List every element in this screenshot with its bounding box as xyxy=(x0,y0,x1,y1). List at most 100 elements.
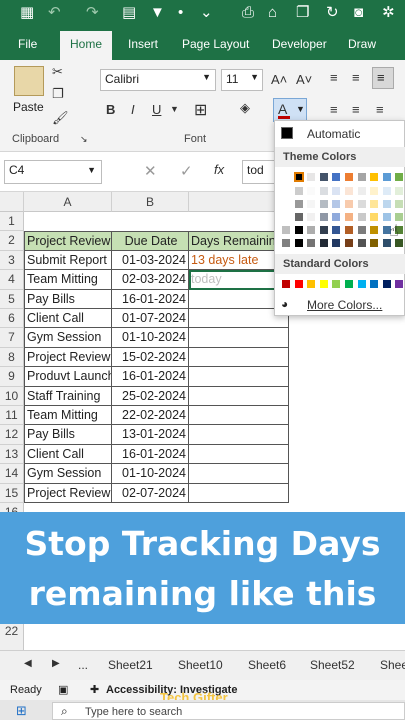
chevron-down-icon[interactable]: ⌄ xyxy=(200,4,213,22)
theme-color-swatch[interactable] xyxy=(394,186,405,196)
bold-icon[interactable]: B xyxy=(106,102,115,117)
theme-color-swatch[interactable] xyxy=(306,199,317,209)
font-name-select[interactable]: Calibri ▼ xyxy=(100,69,216,91)
decrease-font-icon[interactable]: A˅ xyxy=(296,72,312,87)
filter-icon[interactable]: ▼ xyxy=(150,4,165,22)
home-icon[interactable]: ⌂ xyxy=(268,4,277,22)
theme-color-swatch[interactable] xyxy=(369,172,380,182)
row-header-2[interactable]: 2 xyxy=(0,231,24,251)
theme-color-swatch[interactable] xyxy=(369,212,380,222)
task-name-cell[interactable]: Staff Training xyxy=(24,386,112,406)
prev-sheet-icon[interactable]: ◀ xyxy=(24,658,32,669)
theme-color-swatch[interactable] xyxy=(344,172,354,182)
taskbar-search-box[interactable]: ⌕ Type here to search xyxy=(52,702,405,720)
due-date-cell[interactable]: 01-10-2024 xyxy=(112,328,189,348)
days-remaining-cell[interactable] xyxy=(189,367,289,387)
format-painter-icon[interactable]: 🖌 xyxy=(52,110,69,126)
dialog-launcher-icon[interactable]: ↘ xyxy=(80,134,88,145)
theme-color-swatch[interactable] xyxy=(281,172,291,182)
due-date-cell[interactable]: 13-01-2024 xyxy=(112,425,189,445)
theme-color-swatch[interactable] xyxy=(344,186,354,196)
theme-color-swatch[interactable] xyxy=(356,172,367,182)
task-name-cell[interactable]: Pay Bills xyxy=(24,425,112,445)
theme-color-swatch[interactable] xyxy=(356,199,367,209)
undo-icon[interactable]: ↶ xyxy=(48,4,61,22)
row-header-1[interactable]: 1 xyxy=(0,212,24,232)
standard-color-swatch[interactable] xyxy=(356,279,367,289)
refresh-icon[interactable]: ↻ xyxy=(326,4,339,22)
theme-color-swatch[interactable] xyxy=(331,238,342,248)
days-remaining-cell[interactable] xyxy=(189,347,289,368)
standard-color-swatch[interactable] xyxy=(318,279,329,289)
redo-icon[interactable]: ↷ xyxy=(86,4,99,22)
theme-color-swatch[interactable] xyxy=(356,238,367,248)
sheet-tab-sheet10[interactable]: Sheet10 xyxy=(178,658,223,672)
row-header-9[interactable]: 9 xyxy=(0,367,24,387)
due-date-cell[interactable]: 16-01-2024 xyxy=(112,444,189,465)
chevron-down-icon[interactable]: ▼ xyxy=(170,104,179,114)
task-name-cell[interactable]: Gym Session xyxy=(24,328,112,348)
task-name-cell[interactable]: Project Review xyxy=(24,347,112,368)
macro-record-icon[interactable]: ▣ xyxy=(58,683,68,696)
standard-color-swatch[interactable] xyxy=(369,279,380,289)
theme-color-swatch[interactable] xyxy=(318,212,329,222)
standard-color-swatch[interactable] xyxy=(293,279,304,289)
theme-color-swatch[interactable] xyxy=(381,199,392,209)
align-bottom-button[interactable]: ≡ xyxy=(372,67,394,89)
task-name-cell[interactable]: Project Review xyxy=(24,483,112,503)
task-name-cell[interactable]: Team Mitting xyxy=(24,406,112,426)
days-remaining-cell[interactable] xyxy=(189,444,289,465)
due-date-cell[interactable]: 22-02-2024 xyxy=(112,406,189,426)
theme-color-swatch[interactable] xyxy=(306,172,317,182)
font-size-select[interactable]: 11 ▼ xyxy=(221,69,263,91)
italic-icon[interactable]: I xyxy=(131,102,135,117)
due-date-cell[interactable]: 02-07-2024 xyxy=(112,483,189,503)
cut-icon[interactable]: ✂ xyxy=(52,64,63,80)
row-header-8[interactable]: 8 xyxy=(0,347,24,368)
row-header-22[interactable]: 22 xyxy=(0,624,24,650)
align-center-icon[interactable]: ≡ xyxy=(352,102,360,117)
automatic-option[interactable]: Automatic xyxy=(307,127,360,141)
select-all-corner[interactable] xyxy=(0,192,24,212)
due-date-cell[interactable]: 25-02-2024 xyxy=(112,386,189,406)
row-header-3[interactable]: 3 xyxy=(0,250,24,271)
theme-color-swatch[interactable] xyxy=(381,186,392,196)
days-remaining-cell[interactable] xyxy=(189,464,289,484)
column-header-b[interactable]: B xyxy=(112,192,189,212)
theme-color-swatch[interactable] xyxy=(318,225,329,235)
tab-page-layout[interactable]: Page Layout xyxy=(182,37,249,51)
theme-color-swatch[interactable] xyxy=(331,199,342,209)
enter-icon[interactable]: ✓ xyxy=(180,162,193,180)
due-date-cell[interactable]: 16-01-2024 xyxy=(112,367,189,387)
row-header-6[interactable]: 6 xyxy=(0,309,24,329)
task-name-cell[interactable]: Client Call xyxy=(24,309,112,329)
theme-color-swatch[interactable] xyxy=(394,172,405,182)
tab-draw[interactable]: Draw xyxy=(348,37,376,51)
align-right-icon[interactable]: ≡ xyxy=(376,102,384,117)
theme-color-swatch[interactable] xyxy=(281,238,291,248)
theme-color-swatch[interactable] xyxy=(331,172,342,182)
insert-function-icon[interactable]: fx xyxy=(214,162,224,177)
theme-color-swatch[interactable] xyxy=(369,199,380,209)
theme-color-swatch[interactable] xyxy=(281,186,291,196)
due-date-cell[interactable]: 01-10-2024 xyxy=(112,464,189,484)
task-name-cell[interactable]: Team Mitting xyxy=(24,270,112,290)
standard-color-swatch[interactable] xyxy=(381,279,392,289)
standard-color-swatch[interactable] xyxy=(394,279,405,289)
days-remaining-cell[interactable] xyxy=(189,483,289,503)
theme-color-swatch[interactable] xyxy=(381,172,392,182)
theme-color-swatch[interactable] xyxy=(331,186,342,196)
cancel-icon[interactable]: ✕ xyxy=(144,162,157,180)
row-header-13[interactable]: 13 xyxy=(0,444,24,465)
task-name-cell[interactable]: Pay Bills xyxy=(24,289,112,309)
header-cell-task[interactable]: Project Review xyxy=(24,231,112,251)
sheet-tab-sheet6[interactable]: Sheet6 xyxy=(248,658,286,672)
theme-color-swatch[interactable] xyxy=(318,186,329,196)
theme-color-swatch[interactable] xyxy=(293,186,304,196)
align-left-icon[interactable]: ≡ xyxy=(330,102,338,117)
theme-color-swatch[interactable] xyxy=(344,238,354,248)
days-remaining-cell[interactable] xyxy=(189,328,289,348)
copy-format-icon[interactable]: ❐ xyxy=(52,86,64,102)
theme-color-swatch[interactable] xyxy=(331,212,342,222)
theme-color-swatch[interactable] xyxy=(306,238,317,248)
